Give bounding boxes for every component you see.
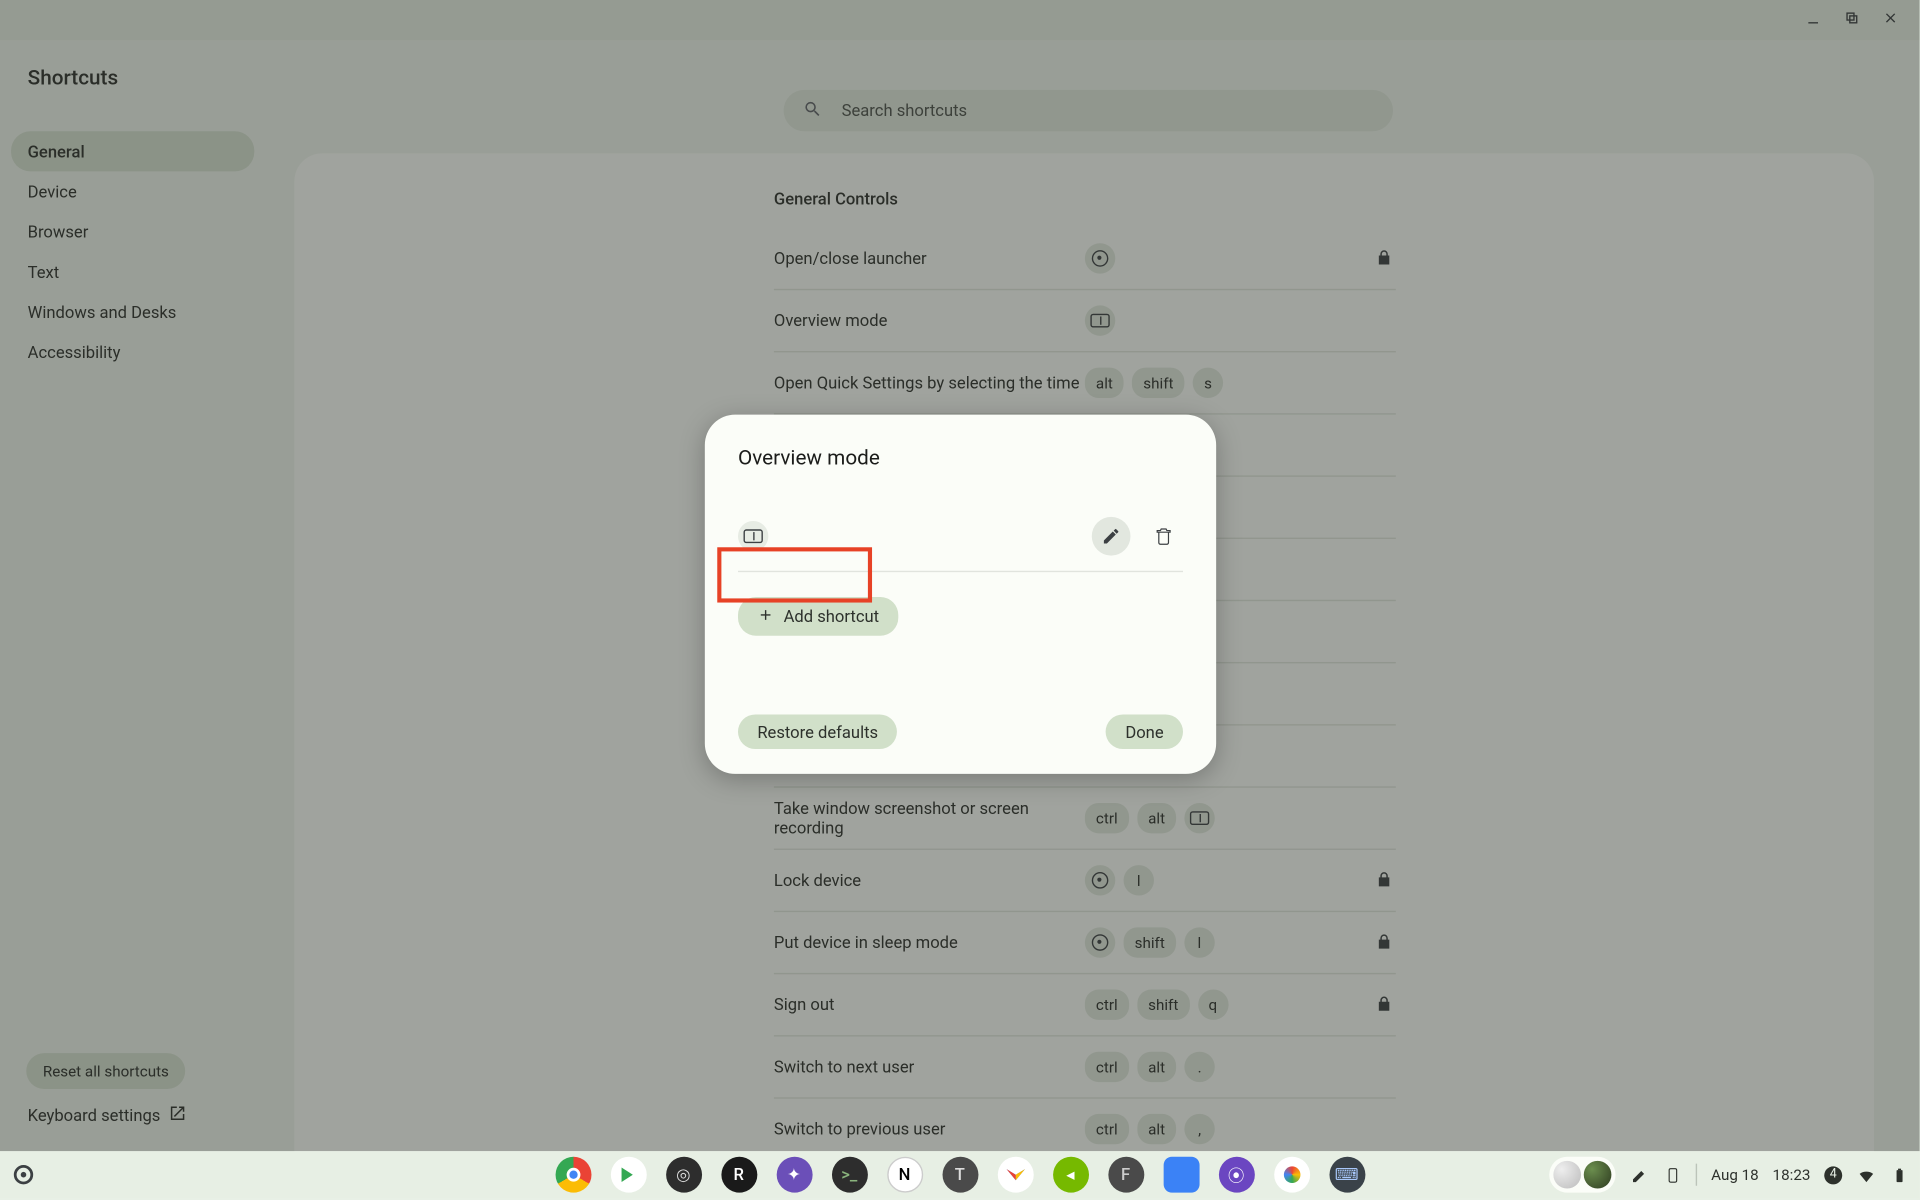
app-icon-5[interactable]: ✦ [776, 1157, 812, 1193]
restore-defaults-button[interactable]: Restore defaults [738, 714, 897, 749]
shelf-apps: ◎ R ✦ >_ N T ◂ F ⦿ ⌨ [555, 1157, 1365, 1193]
app-icon-r[interactable]: R [721, 1157, 757, 1193]
app-icon-3[interactable]: ◎ [665, 1157, 701, 1193]
app-icon-13[interactable]: ⦿ [1218, 1157, 1254, 1193]
notification-badge-icon: 4 [1824, 1166, 1842, 1184]
plus-icon [757, 606, 774, 627]
phone-hub-icon[interactable] [1663, 1165, 1682, 1184]
avatar-switcher[interactable] [1549, 1157, 1615, 1193]
shortcuts-app-icon[interactable]: ⌨ [1329, 1157, 1365, 1193]
notion-icon[interactable]: N [887, 1157, 923, 1193]
play-store-icon[interactable] [610, 1157, 646, 1193]
app-icon-f[interactable]: F [1108, 1157, 1144, 1193]
battery-icon [1889, 1165, 1908, 1184]
chrome-icon[interactable] [555, 1157, 591, 1193]
terminal-icon[interactable]: >_ [831, 1157, 867, 1193]
app-icon-14[interactable] [1274, 1157, 1310, 1193]
tutorial-highlight [717, 547, 872, 602]
shelf-time: 18:23 [1773, 1166, 1811, 1184]
wifi-icon [1856, 1165, 1875, 1184]
launcher-button[interactable] [14, 1165, 33, 1184]
nvidia-icon[interactable]: ◂ [1052, 1157, 1088, 1193]
app-icon-12[interactable] [1163, 1157, 1199, 1193]
app-icon-t[interactable]: T [942, 1157, 978, 1193]
edit-shortcut-button[interactable] [1092, 517, 1131, 556]
shelf-status-area[interactable]: Aug 18 18:23 4 [1549, 1157, 1908, 1193]
app-icon-9[interactable] [997, 1157, 1033, 1193]
add-shortcut-button[interactable]: Add shortcut [738, 597, 898, 636]
shelf-date: Aug 18 [1711, 1166, 1759, 1184]
stylus-icon[interactable] [1630, 1165, 1649, 1184]
add-shortcut-label: Add shortcut [784, 607, 879, 626]
dialog-title: Overview mode [738, 445, 1183, 470]
delete-shortcut-button[interactable] [1144, 517, 1183, 556]
shelf: ◎ R ✦ >_ N T ◂ F ⦿ ⌨ Aug 18 18:23 4 [0, 1151, 1920, 1198]
done-button[interactable]: Done [1106, 714, 1183, 749]
